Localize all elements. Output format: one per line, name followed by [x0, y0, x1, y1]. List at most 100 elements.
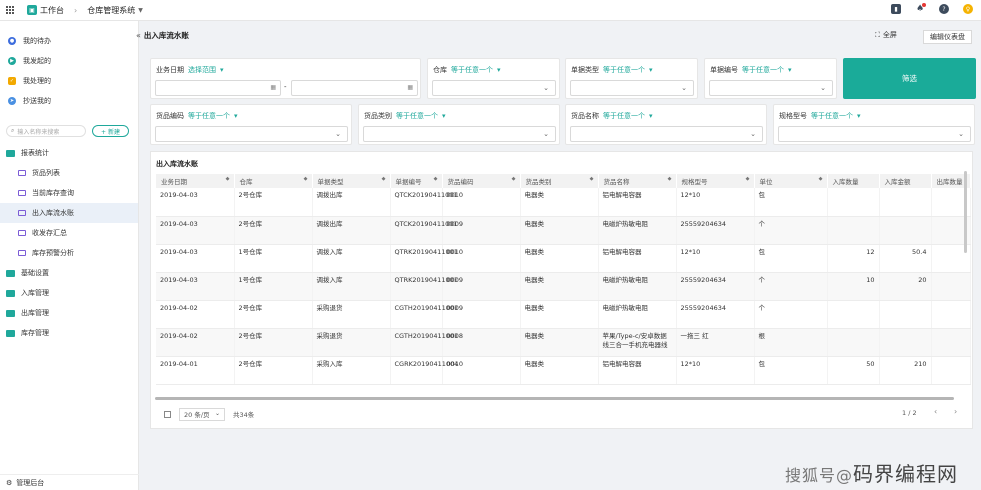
- filter-docno-condition[interactable]: 等于任意一个: [742, 66, 784, 74]
- collapse-sidebar-icon[interactable]: «: [136, 31, 141, 40]
- filter-warehouse-condition[interactable]: 等于任意一个: [451, 66, 493, 74]
- chevron-down-icon[interactable]: ▾: [857, 112, 861, 120]
- notification-bell-icon[interactable]: ♠: [915, 3, 926, 14]
- fullscreen-button[interactable]: ⛶ 全屏: [875, 30, 897, 40]
- table-cell: 0008: [442, 328, 521, 357]
- table-row[interactable]: 2019-04-03 1号仓库 调拨入库 QTRK20190411001 0010 电器类…: [156, 244, 971, 273]
- sort-icon[interactable]: ◆: [304, 176, 308, 182]
- column-header[interactable]: 货品名称 ◆: [598, 174, 677, 188]
- column-header[interactable]: 货品编码 ◆: [442, 174, 521, 188]
- new-button[interactable]: + 新建: [92, 125, 129, 137]
- doctype-select[interactable]: ⌄: [570, 80, 694, 96]
- monitor-icon: [18, 170, 26, 176]
- filter-category-condition[interactable]: 等于任意一个: [396, 112, 438, 120]
- filter-name-condition[interactable]: 等于任意一个: [603, 112, 645, 120]
- sidebar-group-inbound[interactable]: 入库管理: [0, 283, 138, 303]
- filter-docno-label: 单据编号: [710, 66, 738, 74]
- admin-link[interactable]: ⚙ 管理后台: [0, 474, 139, 490]
- sort-icon[interactable]: ◆: [668, 176, 672, 182]
- goods-category-select[interactable]: ⌄: [363, 126, 556, 142]
- filter-button[interactable]: 筛选: [843, 58, 976, 99]
- goods-name-select[interactable]: ⌄: [570, 126, 763, 142]
- sidebar-item-ledger[interactable]: 出入库流水账: [0, 203, 138, 223]
- table-row[interactable]: 2019-04-03 2号仓库 调拨出库 QTCK20190411001 0010 电器类…: [156, 188, 971, 217]
- chevron-down-icon[interactable]: ▾: [234, 112, 238, 120]
- sidebar-group-outbound[interactable]: 出库管理: [0, 303, 138, 323]
- sort-icon[interactable]: ◆: [746, 176, 750, 182]
- sort-icon[interactable]: ◆: [590, 176, 594, 182]
- table-cell: 包: [754, 356, 828, 385]
- sidebar-search-input[interactable]: ⌕ 输入名称来搜索: [6, 125, 86, 137]
- date-end-input[interactable]: ▦: [291, 80, 418, 96]
- column-header[interactable]: 业务日期 ◆: [156, 174, 235, 188]
- sidebar-group-reports[interactable]: 报表统计: [0, 143, 138, 163]
- filter-doctype-condition[interactable]: 等于任意一个: [603, 66, 645, 74]
- sidebar-item-initiated[interactable]: ▶ 我发起的: [0, 51, 138, 71]
- filter-date-condition[interactable]: 选择范围: [188, 66, 216, 74]
- table-row[interactable]: 2019-04-01 2号仓库 采购入库 CGRK20190411004 0010 电器类…: [156, 356, 971, 385]
- table-cell: 2019-04-03: [156, 216, 235, 245]
- table-cell: 电磁炉热敏电阻: [598, 300, 677, 329]
- column-header[interactable]: 单据编号 ◆: [390, 174, 443, 188]
- chevron-down-icon[interactable]: ▼: [138, 7, 143, 14]
- filter-spec-condition[interactable]: 等于任意一个: [811, 112, 853, 120]
- app-title[interactable]: 工作台: [40, 5, 64, 16]
- ledger-table-card: 出入库流水账 业务日期 ◆ 仓库 ◆ 单据类型 ◆ 单据编号 ◆ 货品编码 ◆ 货品类别 ◆ 货品名称 ◆…: [150, 151, 973, 429]
- sidebar-item-stock-query[interactable]: 当前库存查询: [0, 183, 138, 203]
- docno-select[interactable]: ⌄: [709, 80, 833, 96]
- chevron-down-icon[interactable]: ▾: [788, 66, 792, 74]
- edit-dashboard-button[interactable]: 编辑仪表盘: [923, 30, 972, 44]
- column-header[interactable]: 入库金额: [879, 174, 932, 188]
- sort-icon[interactable]: ◆: [512, 176, 516, 182]
- page-size-select[interactable]: 20 条/页 ⌄: [179, 407, 225, 421]
- sidebar-item-cc[interactable]: ➤ 抄送我的: [0, 91, 138, 111]
- column-header[interactable]: 单据类型 ◆: [312, 174, 391, 188]
- apps-grid-icon[interactable]: [6, 5, 15, 15]
- column-header[interactable]: 货品类别 ◆: [520, 174, 599, 188]
- sort-icon[interactable]: ◆: [819, 176, 823, 182]
- warehouse-select[interactable]: ⌄: [432, 80, 556, 96]
- column-settings-icon[interactable]: [164, 410, 171, 418]
- column-header[interactable]: 仓库 ◆: [234, 174, 313, 188]
- column-header[interactable]: 单位 ◆: [754, 174, 828, 188]
- sort-icon[interactable]: ◆: [434, 176, 438, 182]
- chevron-down-icon[interactable]: ▾: [442, 112, 446, 120]
- table-row[interactable]: 2019-04-03 1号仓库 调拨入库 QTRK20190411001 0009 电器类…: [156, 272, 971, 301]
- table-cell: 一拖三 红: [676, 328, 755, 357]
- prev-page-icon[interactable]: ‹: [934, 407, 937, 416]
- help-icon[interactable]: ?: [939, 4, 949, 14]
- table-row[interactable]: 2019-04-02 2号仓库 采购退货 CGTH20190411001 0009 电器类…: [156, 300, 971, 329]
- sidebar-group-inventory[interactable]: 库存管理: [0, 323, 138, 343]
- sort-icon[interactable]: ◆: [382, 176, 386, 182]
- folder-icon: [6, 289, 15, 297]
- notebook-icon[interactable]: ▮: [891, 4, 901, 14]
- chevron-down-icon[interactable]: ▾: [649, 66, 653, 74]
- chevron-down-icon[interactable]: ▾: [649, 112, 653, 120]
- date-start-input[interactable]: ▦: [155, 80, 281, 96]
- table-horizontal-scrollbar[interactable]: [155, 397, 954, 400]
- filter-code-condition[interactable]: 等于任意一个: [188, 112, 230, 120]
- table-vertical-scrollbar[interactable]: [964, 171, 967, 253]
- column-header[interactable]: 入库数量: [827, 174, 880, 188]
- sidebar-item-todo[interactable]: ● 我的待办: [0, 31, 138, 51]
- column-header[interactable]: 规格型号 ◆: [676, 174, 755, 188]
- table-cell: 0009: [442, 300, 521, 329]
- sidebar-item-warning[interactable]: 库存预警分析: [0, 243, 138, 263]
- sort-icon[interactable]: ◆: [226, 176, 230, 182]
- next-page-icon[interactable]: ›: [954, 407, 957, 416]
- chevron-down-icon[interactable]: ▾: [220, 66, 224, 74]
- breadcrumb-app[interactable]: 仓库管理系统: [87, 5, 135, 16]
- sidebar-group-basic[interactable]: 基础设置: [0, 263, 138, 283]
- spec-select[interactable]: ⌄: [778, 126, 971, 142]
- table-cell: CGRK20190411004: [390, 356, 458, 385]
- sidebar-item-handled[interactable]: ✓ 我处理的: [0, 71, 138, 91]
- table-cell: 1号仓库: [234, 244, 313, 273]
- table-cell: 12: [827, 244, 880, 273]
- sidebar-item-goods-list[interactable]: 货品列表: [0, 163, 138, 183]
- user-avatar[interactable]: ♀: [963, 4, 973, 14]
- table-row[interactable]: 2019-04-02 2号仓库 采购退货 CGTH20190411001 0008 电器类…: [156, 328, 971, 357]
- sidebar-item-summary[interactable]: 收发存汇总: [0, 223, 138, 243]
- goods-code-select[interactable]: ⌄: [155, 126, 348, 142]
- chevron-down-icon[interactable]: ▾: [497, 66, 501, 74]
- table-row[interactable]: 2019-04-03 2号仓库 调拨出库 QTCK20190411001 0009 电器类…: [156, 216, 971, 245]
